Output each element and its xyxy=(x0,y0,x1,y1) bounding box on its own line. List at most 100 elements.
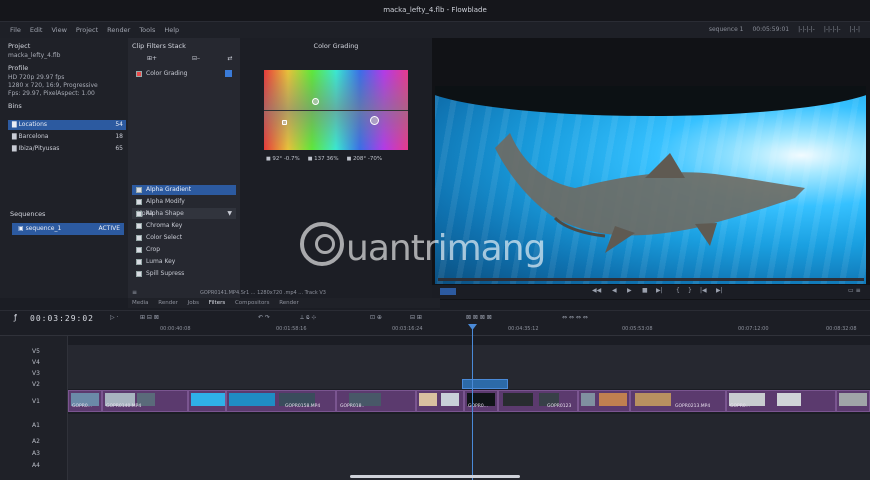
filter-list-item[interactable]: Alpha Modify xyxy=(132,197,236,207)
menu-view[interactable]: View xyxy=(51,26,66,34)
clip[interactable]: GOPR018.. xyxy=(336,390,416,412)
track-v1-lane[interactable]: GOPR0... GOPR0140.MP4 GOPR0158.MP4 GOPR0… xyxy=(68,390,870,412)
filter-list-item[interactable]: Crop xyxy=(132,245,236,255)
clip[interactable]: GOPR0158.MP4 xyxy=(226,390,336,412)
insert-icon[interactable]: ⊡ ⊕ xyxy=(370,314,382,321)
clip-label: GOPR0213.MP4 xyxy=(675,404,711,409)
track-a4[interactable]: A4 xyxy=(32,462,40,469)
stop-icon[interactable]: ■ xyxy=(642,287,648,294)
selected-clip-v2[interactable] xyxy=(462,379,508,389)
timeline-timecode[interactable]: 00:03:29:02 xyxy=(30,314,94,323)
clip[interactable]: GOPR0... xyxy=(68,390,102,412)
sequence-selector[interactable]: sequence 1 xyxy=(709,26,744,33)
midtone-value: 137 36% xyxy=(308,156,338,162)
trim-tools-icon[interactable]: ⊞ ⊟ ⊠ xyxy=(140,314,159,321)
undo-redo-icon[interactable]: ↶ ↷ xyxy=(258,314,270,321)
menu-help[interactable]: Help xyxy=(164,26,179,34)
layout-toggles-1[interactable]: |-|-|-|- xyxy=(798,26,815,33)
filters-panel: Clip Filters Stack ⊞+ ⊟– ⇄ Color Grading… xyxy=(128,38,240,298)
project-header: Project xyxy=(8,42,31,50)
mark-out-icon[interactable]: } xyxy=(688,287,692,294)
watermark-text: uantrimang xyxy=(346,228,546,269)
goto-out-icon[interactable]: ▶| xyxy=(716,287,723,294)
track-v4[interactable]: V4 xyxy=(32,359,40,366)
bin-row[interactable]: ▇ Ibiza/Pityusas 65 xyxy=(8,144,126,154)
layout-toggles-3[interactable]: |-|-| xyxy=(850,26,860,33)
clip[interactable] xyxy=(188,390,226,412)
filter-list-item[interactable]: Spill Supress xyxy=(132,269,236,279)
clip[interactable]: GOPR0123 xyxy=(498,390,578,412)
clip[interactable] xyxy=(416,390,464,412)
layout-toggles-2[interactable]: |-|-|-|- xyxy=(824,26,841,33)
track-v3[interactable]: V3 xyxy=(32,370,40,377)
tab-media[interactable]: Media xyxy=(132,300,149,306)
sync-icon[interactable]: ⟂ ⟃ ⊹ xyxy=(300,314,316,322)
play-icon[interactable]: ▶ xyxy=(627,287,632,294)
overwrite-icon[interactable]: ⊟ ⊞ xyxy=(410,314,422,321)
menu-tools[interactable]: Tools xyxy=(139,26,155,34)
filter-stack-item[interactable]: Color Grading xyxy=(132,69,236,79)
filter-list-item[interactable]: Luma Key xyxy=(132,257,236,267)
filter-enabled-checkbox[interactable] xyxy=(225,70,232,77)
bins-header: Bins xyxy=(8,102,22,110)
sequence-row[interactable]: ▣ sequence_1 ACTIVE xyxy=(12,223,124,235)
filter-tool-button[interactable]: ⇄ xyxy=(218,55,242,65)
clip[interactable]: GOPR0213.MP4 xyxy=(630,390,726,412)
clip[interactable]: GOPR0... xyxy=(726,390,836,412)
clip[interactable] xyxy=(578,390,630,412)
audio-track-lanes[interactable] xyxy=(68,414,870,480)
color-grading-wheel[interactable] xyxy=(264,70,408,150)
monitor-scrubber[interactable] xyxy=(438,278,864,281)
track-a3[interactable]: A3 xyxy=(32,450,40,457)
playhead[interactable] xyxy=(472,324,473,480)
clip[interactable] xyxy=(836,390,870,412)
track-v1[interactable]: V1 xyxy=(32,398,40,405)
timeline-ruler[interactable]: 00:00:40:08 00:01:58:16 00:03:16:24 00:0… xyxy=(0,324,870,336)
zoom-icons[interactable]: ⇔ ⇔ ⇔ ⇔ xyxy=(562,314,588,321)
panel-tabs: Media Render Jobs Filters Compositors Re… xyxy=(128,298,440,308)
clip[interactable]: GOPR0... xyxy=(464,390,498,412)
filter-list-item[interactable]: Alpha Gradient xyxy=(132,185,236,195)
menu-edit[interactable]: Edit xyxy=(30,26,43,34)
bin-name: Barcelona xyxy=(18,133,49,140)
track-v2[interactable]: V2 xyxy=(32,381,40,388)
tool-icon[interactable]: ƒ xyxy=(14,313,17,322)
clip-label: GOPR0... xyxy=(468,404,489,409)
tab-jobs[interactable]: Jobs xyxy=(188,300,199,306)
menu-render[interactable]: Render xyxy=(107,26,130,34)
track-v5[interactable]: V5 xyxy=(32,348,40,355)
goto-in-icon[interactable]: |◀ xyxy=(700,287,707,294)
tab-render[interactable]: Render xyxy=(158,300,178,306)
menu-project[interactable]: Project xyxy=(76,26,98,34)
track-a1[interactable]: A1 xyxy=(32,422,40,429)
split-icon[interactable]: ⊠ ⊠ ⊠ ⊠ xyxy=(466,314,492,321)
clip[interactable]: GOPR0140.MP4 xyxy=(102,390,188,412)
timeline-scrollbar[interactable] xyxy=(350,475,520,478)
bin-row[interactable]: ▇ Barcelona 18 xyxy=(8,132,126,142)
menu-file[interactable]: File xyxy=(10,26,21,34)
add-filter-button[interactable]: ⊞+ xyxy=(140,55,164,65)
monitor-settings-icon[interactable]: ▭ ≡ xyxy=(848,287,861,294)
shadow-handle[interactable] xyxy=(312,98,319,105)
tab-filters[interactable]: Filters xyxy=(209,300,226,306)
filter-icon xyxy=(136,199,142,205)
monitor-mode-button[interactable] xyxy=(440,288,456,295)
mark-in-icon[interactable]: { xyxy=(676,287,680,294)
menu-bar: File Edit View Project Render Tools Help… xyxy=(0,22,870,38)
edit-mode-icon[interactable]: ▷ · xyxy=(110,314,118,321)
tab-render-2[interactable]: Render xyxy=(279,300,299,306)
highlight-handle[interactable] xyxy=(370,116,379,125)
filter-label: Chroma Key xyxy=(146,222,183,229)
menu-icon[interactable]: ≡ xyxy=(132,289,137,296)
filter-list-item[interactable]: Alpha Shape xyxy=(132,209,236,219)
next-frame-icon[interactable]: ▶| xyxy=(656,287,663,294)
bin-row[interactable]: ▇ Locations 54 xyxy=(8,120,126,130)
rewind-icon[interactable]: ◀◀ xyxy=(592,287,601,294)
prev-frame-icon[interactable]: ◀ xyxy=(612,287,617,294)
remove-filter-button[interactable]: ⊟– xyxy=(184,55,208,65)
midtone-handle[interactable] xyxy=(282,120,287,125)
tab-compositors[interactable]: Compositors xyxy=(235,300,269,306)
filter-list-item[interactable]: Chroma Key xyxy=(132,221,236,231)
track-a2[interactable]: A2 xyxy=(32,438,40,445)
filter-list-item[interactable]: Color Select xyxy=(132,233,236,243)
